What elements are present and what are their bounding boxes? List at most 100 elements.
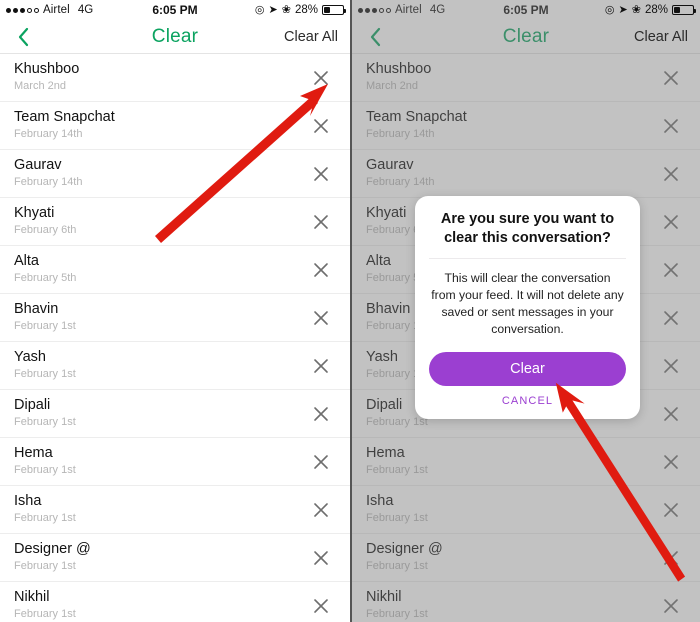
close-x-icon[interactable] [308,401,334,427]
battery-percent-label: 28% [644,4,668,16]
close-x-icon[interactable] [658,545,684,571]
dialog-cancel-button[interactable]: CANCEL [429,395,626,407]
close-x-icon[interactable] [308,305,334,331]
clear-all-button[interactable]: Clear All [284,29,338,45]
clear-all-button[interactable]: Clear All [634,29,688,45]
close-x-icon[interactable] [308,545,334,571]
signal-dots-icon [6,7,39,13]
conversation-row[interactable]: Khushboo March 2nd [352,54,700,102]
close-x-icon[interactable] [658,113,684,139]
back-button[interactable] [12,26,34,48]
close-x-icon[interactable] [308,65,334,91]
conversation-row[interactable]: Yash February 1st [0,342,350,390]
conversation-row-text: Gaurav February 14th [14,158,83,189]
conversation-row[interactable]: Designer @ February 1st [352,534,700,582]
alarm-icon: ◎ [254,3,265,16]
conversation-row-text: Khyati February 6th [14,205,76,237]
conversation-row-text: Gaurav February 14th [366,158,434,189]
conversation-row[interactable]: Gaurav February 14th [0,150,350,198]
close-x-icon[interactable] [308,113,334,139]
status-bar: Airtel 4G 6:05 PM ◎ ➤ ❀ 28% [352,0,700,20]
conversation-date: February 14th [14,176,83,189]
conversation-name: Khushboo [366,61,432,78]
close-x-icon[interactable] [308,161,334,187]
close-x-icon[interactable] [658,593,684,619]
close-x-icon[interactable] [308,497,334,523]
close-x-icon[interactable] [308,209,334,235]
conversation-date: February 1st [366,512,428,525]
conversation-name: Designer @ [14,541,91,558]
conversation-date: March 2nd [366,80,418,93]
conversation-row[interactable]: Team Snapchat February 14th [352,102,700,150]
close-x-icon[interactable] [658,161,684,187]
bluetooth-icon: ❀ [281,3,291,16]
conversation-name: Hema [14,445,53,462]
alarm-icon: ◎ [604,3,615,16]
conversation-row-text: Nikhil February 1st [14,589,76,621]
close-x-icon[interactable] [658,209,684,235]
conversation-row[interactable]: Designer @ February 1st [0,534,350,582]
conversation-row[interactable]: Nikhil February 1st [0,582,350,622]
conversation-row-text: Hema February 1st [14,445,76,477]
conversation-name: Designer @ [366,541,443,558]
conversation-name: Khyati [14,205,55,222]
conversation-row[interactable]: Khyati February 6th [0,198,350,246]
conversation-row[interactable]: Team Snapchat February 14th [0,102,350,150]
location-arrow-icon: ➤ [618,3,628,16]
conversation-date: February 1st [14,512,76,525]
signal-dots-icon [358,7,391,13]
conversation-row[interactable]: Nikhil February 1st [352,582,700,622]
close-x-icon[interactable] [658,401,684,427]
status-bar-left: Airtel 4G [358,4,445,16]
conversation-row[interactable]: Gaurav February 14th [352,150,700,198]
conversation-row[interactable]: Isha February 1st [0,486,350,534]
conversation-row-text: Isha February 1st [14,493,76,525]
dialog-clear-button[interactable]: Clear [429,351,626,386]
conversation-row-text: Khushboo March 2nd [366,61,432,93]
conversation-row-text: Dipali February 1st [14,398,76,429]
close-x-icon[interactable] [308,257,334,283]
conversation-date: February 1st [366,464,428,477]
close-x-icon[interactable] [658,305,684,331]
conversation-row-text: Designer @ February 1st [366,541,443,573]
phone-screen-left: Airtel 4G 6:05 PM ◎ ➤ ❀ 28% Clear Clear … [0,0,350,622]
close-x-icon[interactable] [658,353,684,379]
dialog-title: Are you sure you want to clear this conv… [440,211,615,247]
dialog-message: This will clear the conversation from yo… [429,258,626,351]
close-x-icon[interactable] [658,65,684,91]
conversation-row-text: Hema February 1st [366,445,428,477]
chevron-left-icon [370,27,380,46]
conversation-name: Isha [14,493,42,510]
status-bar-right: ◎ ➤ ❀ 28% [604,3,696,16]
conversation-date: February 1st [14,560,76,573]
conversation-row[interactable]: Hema February 1st [352,438,700,486]
conversation-name: Team Snapchat [14,109,115,126]
battery-icon [322,5,346,15]
conversation-name: Yash [14,349,46,366]
close-x-icon[interactable] [658,257,684,283]
close-x-icon[interactable] [308,449,334,475]
network-type-label: 4G [429,4,446,16]
status-bar-right: ◎ ➤ ❀ 28% [254,3,346,16]
conversation-row[interactable]: Alta February 5th [0,246,350,294]
conversation-row[interactable]: Dipali February 1st [0,390,350,438]
conversation-name: Alta [14,253,39,270]
conversation-row[interactable]: Hema February 1st [0,438,350,486]
conversation-row[interactable]: Khushboo March 2nd [0,54,350,102]
close-x-icon[interactable] [308,593,334,619]
conversation-name: Nikhil [14,589,50,606]
conversation-row-text: Yash February 1st [14,349,76,381]
bluetooth-icon: ❀ [631,3,641,16]
conversation-date: February 1st [14,368,76,381]
conversation-row[interactable]: Isha February 1st [352,486,700,534]
close-x-icon[interactable] [658,449,684,475]
conversation-date: February 1st [14,608,76,621]
conversation-row[interactable]: Bhavin February 1st [0,294,350,342]
conversation-name: Hema [366,445,405,462]
close-x-icon[interactable] [308,353,334,379]
conversation-name: Bhavin [14,301,59,318]
conversation-date: February 1st [366,416,428,429]
back-button[interactable] [364,26,386,48]
close-x-icon[interactable] [658,497,684,523]
conversation-date: February 1st [14,416,76,429]
